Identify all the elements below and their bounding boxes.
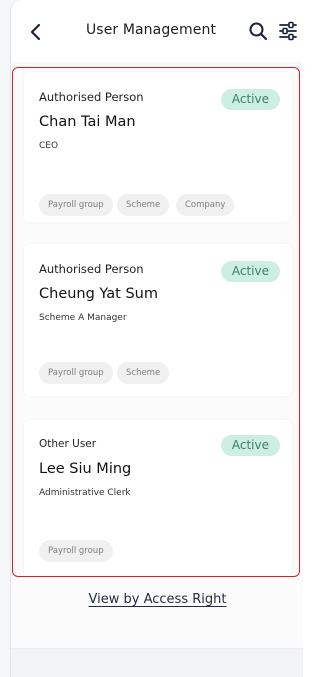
chevron-left-icon[interactable] bbox=[27, 22, 45, 42]
user-card[interactable]: Other User Active Lee Siu Ming Administr… bbox=[24, 420, 292, 576]
tag-chip: Company bbox=[176, 194, 235, 216]
bottom-bar bbox=[11, 648, 303, 677]
top-bar: User Management bbox=[11, 0, 303, 62]
user-role: Authorised Person bbox=[39, 90, 144, 104]
app-screen: User Management Authorised Person Active… bbox=[0, 0, 303, 677]
tag-chip: Payroll group bbox=[39, 194, 113, 216]
user-role: Authorised Person bbox=[39, 262, 144, 276]
user-role: Other User bbox=[39, 438, 97, 450]
user-name: Cheung Yat Sum bbox=[39, 286, 158, 302]
search-icon[interactable] bbox=[248, 21, 268, 41]
tag-chip: Payroll group bbox=[39, 362, 113, 384]
user-job-title: Administrative Clerk bbox=[39, 488, 131, 498]
user-name: Chan Tai Man bbox=[39, 114, 136, 130]
status-badge: Active bbox=[220, 261, 280, 282]
user-card[interactable]: Authorised Person Active Cheung Yat Sum … bbox=[24, 244, 292, 396]
screen-panel: User Management Authorised Person Active… bbox=[10, 0, 303, 677]
tag-chip: Scheme bbox=[117, 362, 170, 384]
user-list: Authorised Person Active Chan Tai Man CE… bbox=[12, 67, 300, 577]
page-title: User Management bbox=[85, 22, 217, 38]
user-card[interactable]: Authorised Person Active Chan Tai Man CE… bbox=[24, 72, 292, 222]
status-badge: Active bbox=[220, 89, 280, 110]
view-by-access-right-link[interactable]: View by Access Right bbox=[11, 592, 303, 607]
user-job-title: Scheme A Manager bbox=[39, 313, 127, 323]
tag-chip: Scheme bbox=[117, 194, 170, 216]
user-name: Lee Siu Ming bbox=[39, 461, 132, 477]
user-job-title: CEO bbox=[39, 141, 59, 151]
sliders-icon[interactable] bbox=[278, 21, 298, 41]
status-badge: Active bbox=[220, 435, 280, 456]
tag-chip: Payroll group bbox=[39, 540, 113, 562]
